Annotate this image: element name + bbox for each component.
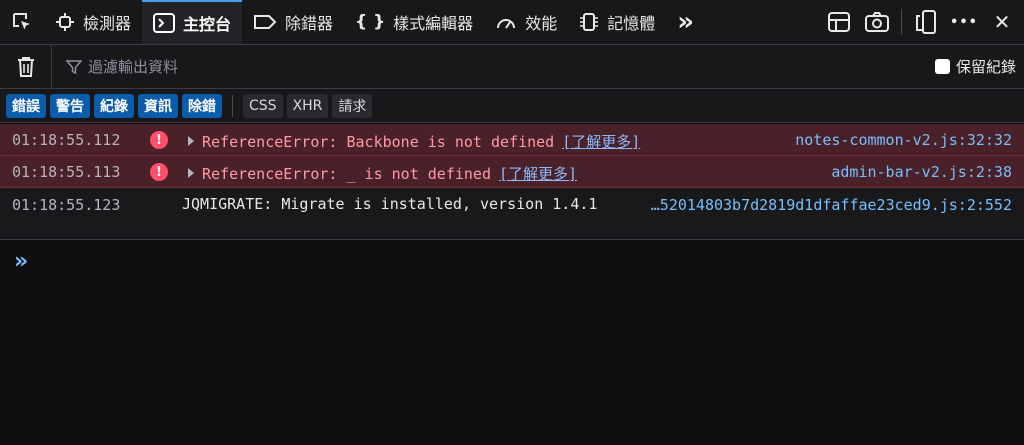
filter-requests-button[interactable]: 請求 <box>332 93 373 118</box>
performance-icon <box>495 12 517 32</box>
message-body: ReferenceError: _ is not defined <box>202 165 491 183</box>
screenshot-button[interactable] <box>863 8 891 36</box>
message-source-link[interactable]: notes-common-v2.js:32:32 <box>795 131 1012 149</box>
tab-memory[interactable]: 記憶體 <box>568 0 666 44</box>
filter-logs-button[interactable]: 紀錄 <box>94 93 134 118</box>
more-options-button[interactable]: ••• <box>950 8 978 36</box>
toolbar-separator <box>901 9 902 35</box>
expand-arrow-icon[interactable] <box>188 168 194 178</box>
tab-performance-label: 效能 <box>525 14 558 33</box>
inspector-icon <box>55 12 75 32</box>
tab-inspector-label: 檢測器 <box>83 14 132 33</box>
style-editor-icon: { } <box>355 12 386 32</box>
filter-debug-button[interactable]: 除錯 <box>182 93 222 118</box>
persist-logs-checkbox[interactable] <box>934 59 950 74</box>
message-source-link[interactable]: …52014803b7d2819d1dfaffae23ced9.js:2:552 <box>651 196 1012 214</box>
learn-more-link[interactable]: [了解更多] <box>562 133 640 151</box>
message-body: ReferenceError: Backbone is not defined <box>202 133 555 151</box>
console-message-error[interactable]: 01:18:55.112 ! ReferenceError: Backbone … <box>0 124 1024 156</box>
message-timestamp: 01:18:55.123 <box>12 196 121 214</box>
message-source-link[interactable]: admin-bar-v2.js:2:38 <box>831 163 1012 181</box>
element-picker-button[interactable] <box>0 0 44 44</box>
category-filter-bar: 錯誤 警告 紀錄 資訊 除錯 CSS XHR 請求 <box>0 89 1024 123</box>
tab-memory-label: 記憶體 <box>607 14 656 33</box>
tab-inspector[interactable]: 檢測器 <box>44 0 142 44</box>
close-icon: ✕ <box>993 10 1011 34</box>
dock-layout-button[interactable] <box>825 8 853 36</box>
prompt-chevron-icon: » <box>14 249 29 274</box>
trash-icon <box>17 56 34 77</box>
error-icon: ! <box>150 131 168 149</box>
tab-console-label: 主控台 <box>183 15 232 34</box>
memory-icon <box>579 11 599 33</box>
tab-performance[interactable]: 效能 <box>484 0 568 44</box>
message-text: ReferenceError: _ is not defined [了解更多] <box>202 163 577 184</box>
filter-xhr-button[interactable]: XHR <box>286 93 329 118</box>
message-text: ReferenceError: Backbone is not defined [… <box>202 131 640 152</box>
console-message-error[interactable]: 01:18:55.113 ! ReferenceError: _ is not … <box>0 156 1024 188</box>
filter-placeholder: 過濾輸出資料 <box>88 58 179 76</box>
tab-console[interactable]: 主控台 <box>142 0 243 44</box>
expand-arrow-icon[interactable] <box>188 136 194 146</box>
message-timestamp: 01:18:55.112 <box>12 131 121 149</box>
tab-style-editor-label: 樣式編輯器 <box>393 14 474 33</box>
category-separator <box>232 94 233 117</box>
console-filter-bar: 過濾輸出資料 保留紀錄 <box>0 45 1024 89</box>
learn-more-link[interactable]: [了解更多] <box>499 165 577 183</box>
meatball-icon: ••• <box>950 14 978 30</box>
more-tools-button[interactable]: » <box>666 0 705 44</box>
console-icon <box>153 13 176 33</box>
element-picker-icon <box>13 13 30 30</box>
tab-debugger[interactable]: 除錯器 <box>242 0 344 44</box>
filter-icon <box>66 59 82 74</box>
devtools-toolbar: 檢測器 主控台 除錯器 { } 樣式編輯器 效能 記憶體 » ••• ✕ <box>0 0 1024 45</box>
chevron-double-right-icon: » <box>677 7 695 37</box>
console-input-prompt[interactable]: » <box>14 249 28 274</box>
filter-warnings-button[interactable]: 警告 <box>50 93 90 118</box>
error-icon: ! <box>150 163 168 181</box>
responsive-design-icon <box>916 10 936 34</box>
message-timestamp: 01:18:55.113 <box>12 163 121 181</box>
filter-css-button[interactable]: CSS <box>243 93 283 118</box>
filter-info-button[interactable]: 資訊 <box>138 93 178 118</box>
camera-icon <box>865 12 889 32</box>
debugger-icon <box>253 13 277 31</box>
toolbar-right-group: ••• ✕ <box>825 0 1016 44</box>
persist-logs-label: 保留紀錄 <box>955 58 1016 76</box>
console-output: 01:18:55.112 ! ReferenceError: Backbone … <box>0 124 1024 240</box>
filter-errors-button[interactable]: 錯誤 <box>6 93 46 118</box>
clear-console-button[interactable] <box>0 45 52 88</box>
close-devtools-button[interactable]: ✕ <box>988 8 1016 36</box>
console-message-log[interactable]: 01:18:55.123 JQMIGRATE: Migrate is insta… <box>0 188 1024 240</box>
responsive-design-button[interactable] <box>912 8 940 36</box>
tab-debugger-label: 除錯器 <box>285 14 334 33</box>
dock-layout-icon <box>828 12 850 32</box>
persist-logs-toggle[interactable]: 保留紀錄 <box>934 45 1016 88</box>
message-text: JQMIGRATE: Migrate is installed, version… <box>182 195 598 213</box>
tab-style-editor[interactable]: { } 樣式編輯器 <box>344 0 484 44</box>
filter-output-input[interactable]: 過濾輸出資料 <box>52 56 1024 77</box>
